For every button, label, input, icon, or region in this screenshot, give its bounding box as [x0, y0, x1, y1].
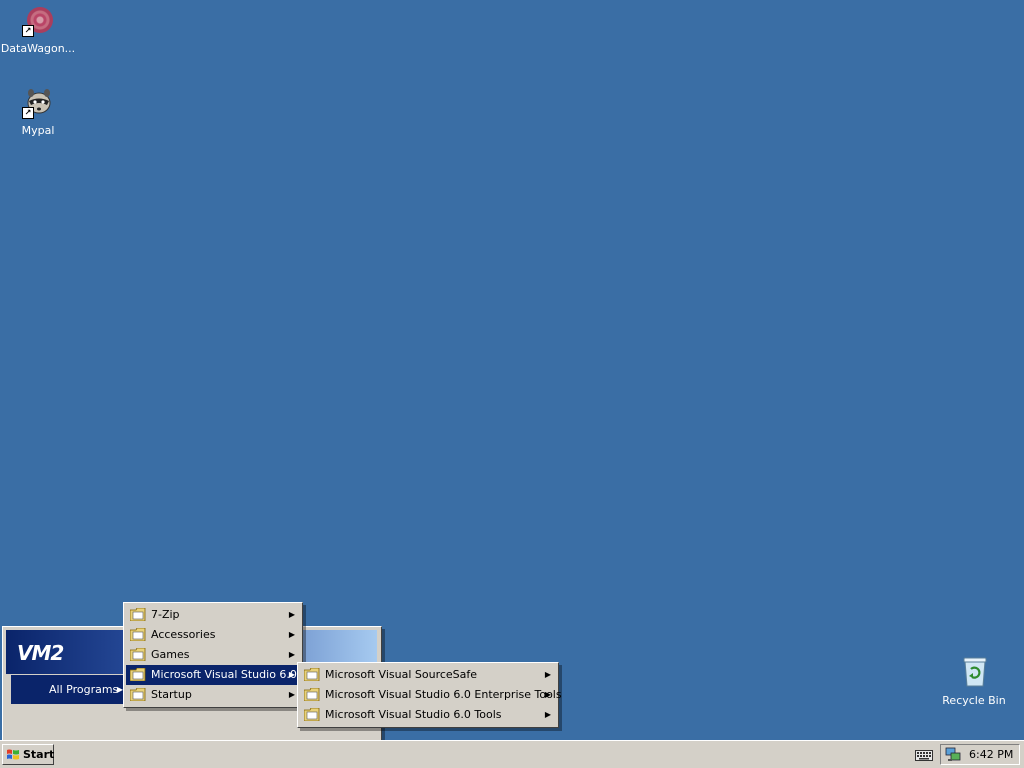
program-folder-icon — [130, 688, 146, 701]
submenu-arrow-icon: ▶ — [288, 650, 295, 659]
menu-item-sourcesafe[interactable]: Microsoft Visual SourceSafe ▶ — [300, 665, 556, 685]
menu-item-label: Microsoft Visual Studio 6.0 Enterprise T… — [325, 688, 562, 701]
menu-item-label: Games — [151, 648, 190, 661]
datawagon-icon: ↗ — [21, 4, 55, 38]
windows-logo-icon — [7, 749, 19, 760]
submenu-arrow-icon: ▶ — [544, 670, 551, 679]
desktop-icon-label: Recycle Bin — [942, 694, 1006, 707]
program-folder-icon — [130, 628, 146, 641]
menu-item-vs-tools[interactable]: Microsoft Visual Studio 6.0 Tools ▶ — [300, 705, 556, 725]
submenu-arrow-icon: ▶ — [288, 610, 295, 619]
desktop-icon-label: DataWagon... — [0, 42, 76, 55]
submenu-arrow-icon: ▶ — [288, 690, 295, 699]
desktop-icon-label: Mypal — [21, 124, 55, 137]
menu-item-label: Accessories — [151, 628, 216, 641]
system-tray: 6:42 PM — [940, 744, 1020, 765]
program-folder-icon — [130, 668, 146, 681]
clock[interactable]: 6:42 PM — [969, 745, 1013, 764]
submenu-arrow-icon: ▶ — [544, 710, 551, 719]
menu-item-7zip[interactable]: 7-Zip ▶ — [126, 605, 300, 625]
menu-item-enterprise-tools[interactable]: Microsoft Visual Studio 6.0 Enterprise T… — [300, 685, 562, 705]
program-folder-icon — [304, 708, 320, 721]
program-folder-icon — [130, 608, 146, 621]
taskbar: Start 6:42 PM — [0, 740, 1024, 768]
menu-item-accessories[interactable]: Accessories ▶ — [126, 625, 300, 645]
mypal-icon: ↗ — [21, 86, 55, 120]
desktop-icon-recycle-bin[interactable]: Recycle Bin — [934, 656, 1014, 707]
network-icon[interactable] — [945, 747, 961, 762]
all-programs-label: All Programs — [49, 683, 119, 696]
start-label: Start — [23, 748, 55, 761]
shortcut-arrow-icon: ↗ — [22, 107, 34, 119]
menu-item-label: Microsoft Visual Studio 6.0 — [151, 668, 297, 681]
menu-item-label: Startup — [151, 688, 192, 701]
menu-item-games[interactable]: Games ▶ — [126, 645, 300, 665]
program-folder-icon — [304, 668, 320, 681]
shortcut-arrow-icon: ↗ — [22, 25, 34, 37]
desktop-icon-mypal[interactable]: ↗ Mypal — [0, 86, 78, 137]
keyboard-icon[interactable] — [915, 747, 933, 761]
program-folder-icon — [130, 648, 146, 661]
recycle-bin-icon — [957, 656, 991, 690]
menu-item-startup[interactable]: Startup ▶ — [126, 685, 300, 705]
all-programs-button[interactable]: All Programs ▶ — [11, 675, 129, 704]
menu-item-label: 7-Zip — [151, 608, 180, 621]
submenu-arrow-icon: ▶ — [288, 630, 295, 639]
programs-menu: 7-Zip ▶ Accessories ▶ Games ▶ Microsoft … — [123, 602, 303, 708]
menu-item-visual-studio[interactable]: Microsoft Visual Studio 6.0 ▶ — [126, 665, 300, 685]
submenu-arrow-icon: ▶ — [544, 690, 551, 699]
start-button[interactable]: Start — [2, 744, 54, 765]
menu-item-label: Microsoft Visual Studio 6.0 Tools — [325, 708, 502, 721]
menu-item-label: Microsoft Visual SourceSafe — [325, 668, 478, 681]
visual-studio-menu: Microsoft Visual SourceSafe ▶ Microsoft … — [297, 662, 562, 728]
banner-title: VM2 — [17, 641, 64, 665]
submenu-arrow-icon: ▶ — [288, 670, 295, 679]
program-folder-icon — [304, 688, 320, 701]
desktop-icon-datawagon[interactable]: ↗ DataWagon... — [0, 4, 78, 55]
